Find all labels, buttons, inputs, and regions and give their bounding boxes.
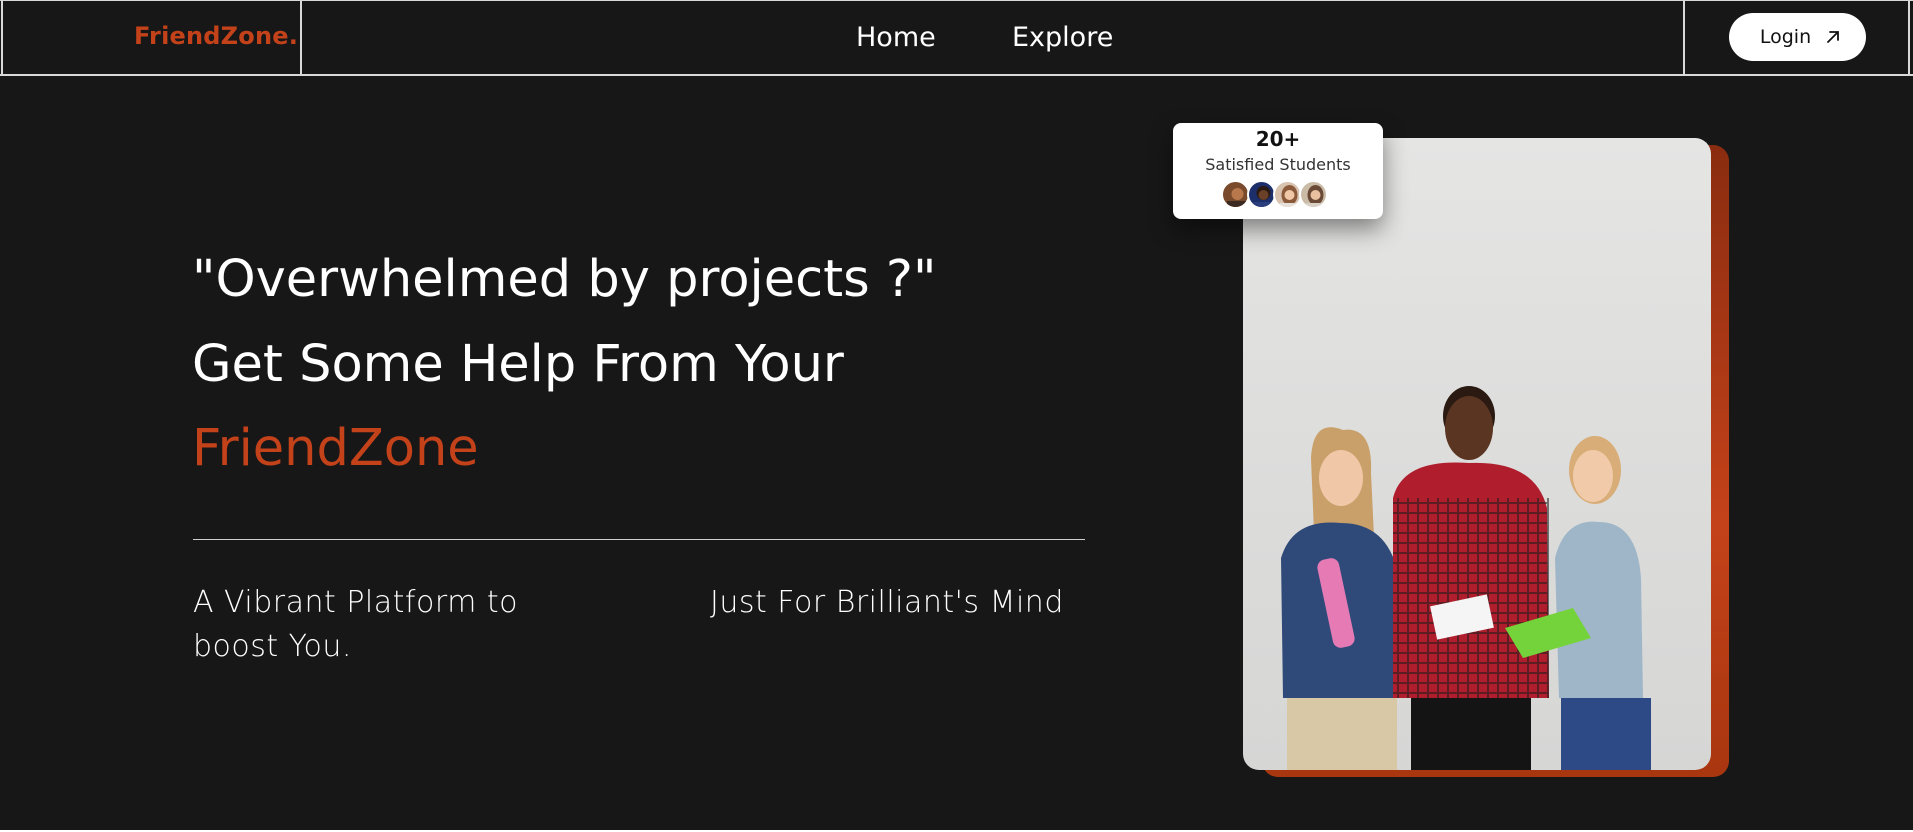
login-label: Login (1759, 26, 1812, 48)
header-bottom-border (0, 74, 1913, 76)
login-button[interactable]: Login (1729, 13, 1866, 61)
subtitle-left: A Vibrant Platform to boost You. (193, 585, 519, 664)
header-top-border (0, 0, 1913, 1)
avatar (1273, 180, 1302, 209)
arrow-up-right-icon (1827, 31, 1840, 43)
subtitle-right: Just For Brilliant's Mind (710, 585, 1064, 620)
avatar (1299, 180, 1328, 209)
page: FriendZone. Home Explore Login "Overwhel… (0, 0, 1913, 832)
header-right-border (1908, 0, 1910, 75)
students-photo (1281, 386, 1651, 770)
header-left-border (1, 0, 3, 75)
avatar (1221, 180, 1250, 209)
students-photo-card (1243, 138, 1711, 770)
avatar-group (1221, 180, 1341, 210)
hero-headline-quote: "Overwhelmed by projects ?" (192, 250, 937, 309)
nav-explore[interactable]: Explore (1012, 22, 1113, 53)
stats-label: Satisfied Students (1205, 155, 1351, 174)
avatar (1247, 180, 1276, 209)
stats-badge: 20+ Satisfied Students (1173, 123, 1383, 219)
divider (193, 539, 1085, 540)
logo[interactable]: FriendZone. (134, 22, 298, 50)
hero-headline: Get Some Help From Your (192, 335, 844, 394)
logo-divider (300, 0, 302, 75)
nav-home[interactable]: Home (856, 22, 936, 53)
login-divider (1683, 0, 1685, 75)
stats-count: 20+ (1255, 127, 1301, 151)
header: FriendZone. Home Explore Login (0, 0, 1913, 76)
hero-brand-highlight: FriendZone (192, 419, 479, 478)
